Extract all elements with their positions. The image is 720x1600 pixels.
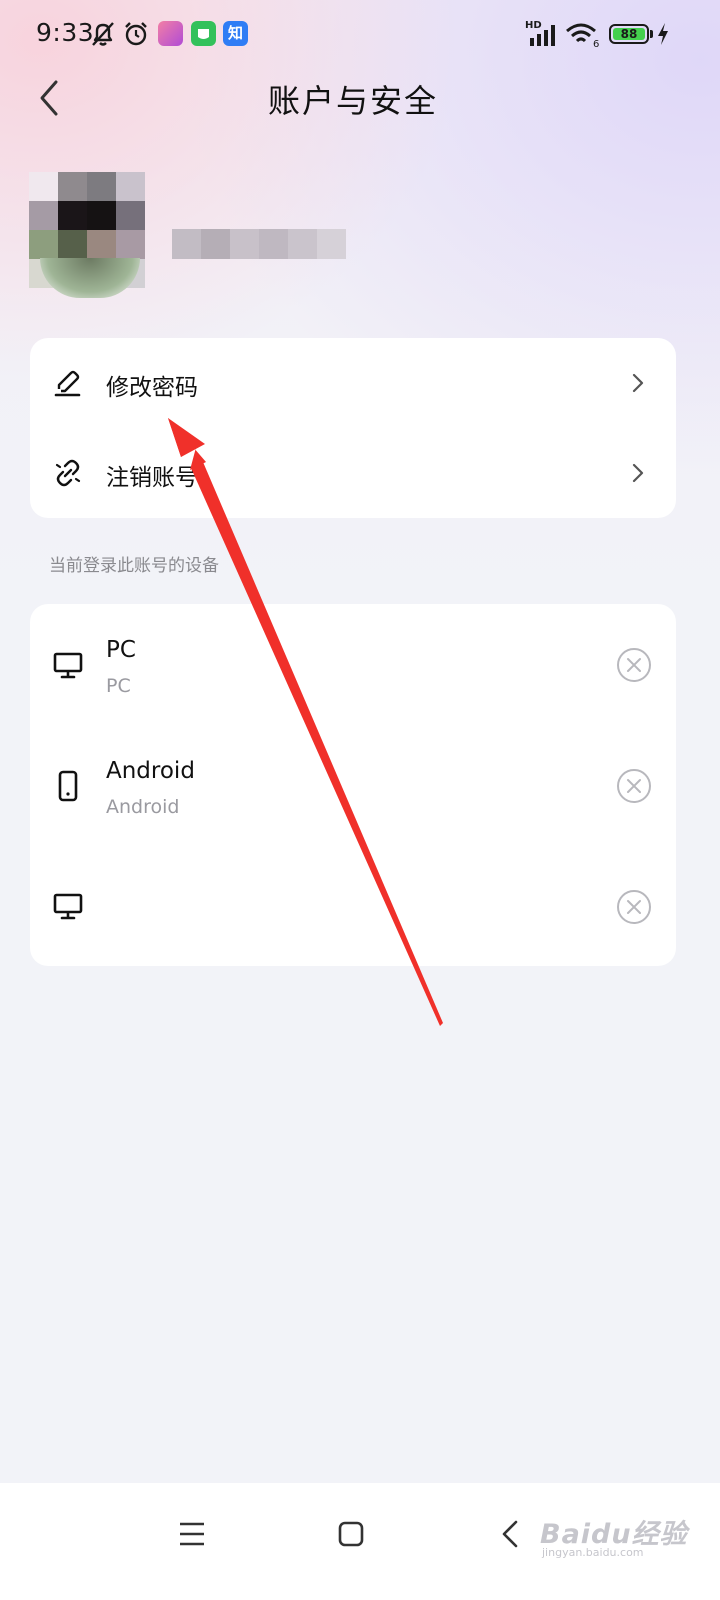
chevron-right-icon <box>632 373 644 393</box>
username-blurred <box>172 229 346 259</box>
status-time: 9:33 <box>36 18 95 47</box>
watermark-url: jingyan.baidu.com <box>542 1546 644 1559</box>
mute-bell-icon <box>92 22 114 46</box>
battery-icon: 88 <box>609 24 649 44</box>
unlink-icon <box>55 459 81 487</box>
change-password-item[interactable]: 修改密码 <box>30 338 676 428</box>
status-bar: 9:33 知 HD 6 88 <box>0 0 720 70</box>
deactivate-account-label: 注销账号 <box>106 465 198 491</box>
alarm-icon <box>125 22 147 46</box>
wifi-icon: 6 <box>566 23 599 48</box>
device-name: PC <box>106 637 136 663</box>
edit-pencil-icon <box>54 370 81 397</box>
baidu-watermark: Baidu经验 jingyan.baidu.com <box>540 1512 688 1559</box>
remove-device-button[interactable] <box>616 889 652 925</box>
devices-card: PC PC Android Android <box>30 604 676 966</box>
change-password-label: 修改密码 <box>106 375 198 401</box>
chevron-right-icon <box>632 463 644 483</box>
device-subtitle: PC <box>106 675 131 697</box>
devices-section-label: 当前登录此账号的设备 <box>49 556 219 576</box>
svg-text:6: 6 <box>593 39 599 48</box>
signal-icon <box>530 25 555 46</box>
phone-icon <box>58 770 78 802</box>
device-subtitle: Android <box>106 796 180 818</box>
account-actions-card: 修改密码 注销账号 <box>30 338 676 518</box>
monitor-icon <box>53 893 83 920</box>
monitor-icon <box>53 652 83 679</box>
remove-device-button[interactable] <box>616 768 652 804</box>
deactivate-account-item[interactable]: 注销账号 <box>30 428 676 518</box>
back-triangle-icon[interactable] <box>486 1509 536 1559</box>
page-title: 账户与安全 <box>267 82 438 120</box>
battery-tip <box>650 30 653 38</box>
remove-device-button[interactable] <box>616 647 652 683</box>
battery-level: 88 <box>613 28 645 40</box>
charging-icon <box>658 23 668 45</box>
device-item: Android Android <box>30 725 676 845</box>
device-item: PC PC <box>30 604 676 724</box>
app-icon <box>158 21 183 46</box>
menu-icon[interactable] <box>168 1509 218 1559</box>
device-name: Android <box>106 758 195 784</box>
home-square-icon[interactable] <box>326 1509 376 1559</box>
app-icon <box>191 21 216 46</box>
device-item <box>30 846 676 966</box>
zhihu-icon: 知 <box>223 21 248 46</box>
